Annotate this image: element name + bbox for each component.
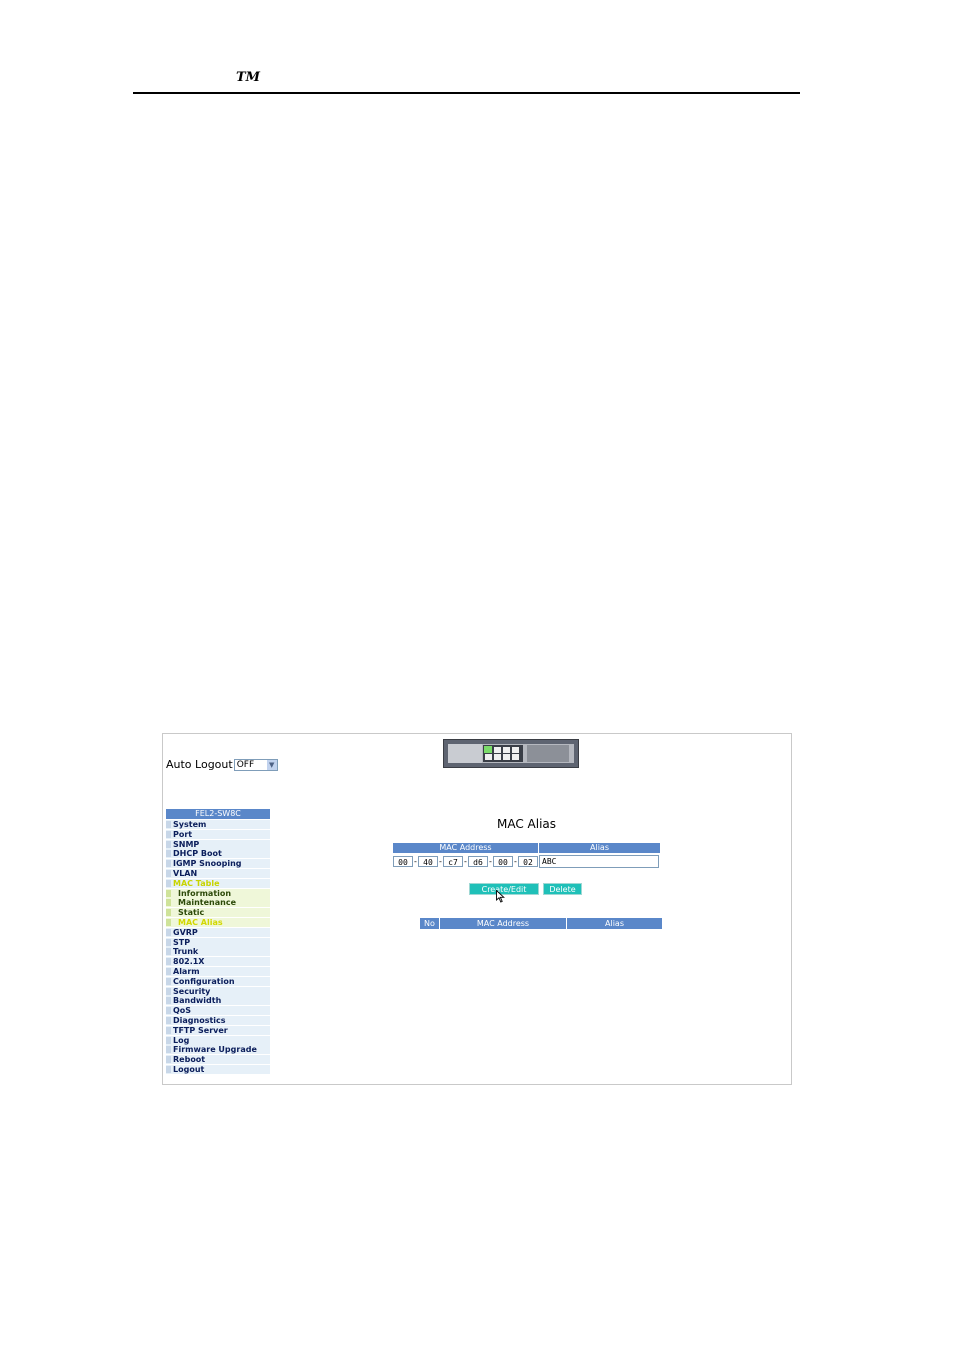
sidebar-item-mac-alias[interactable]: MAC Alias	[166, 917, 270, 927]
mac-alias-list-header: No MAC Address Alias	[420, 918, 663, 929]
sidebar-item-gvrp[interactable]: GVRP	[166, 927, 270, 937]
sidebar-item-reboot[interactable]: Reboot	[166, 1055, 270, 1065]
mouse-cursor-icon	[496, 890, 505, 903]
sidebar-item-igmp-snooping[interactable]: IGMP Snooping	[166, 859, 270, 869]
sidebar-item-diagnostics[interactable]: Diagnostics	[166, 1015, 270, 1025]
sidebar-item-security[interactable]: Security	[166, 986, 270, 996]
switch-device-image	[443, 739, 579, 768]
sidebar-item-system[interactable]: System	[166, 820, 270, 829]
mac-octet-input-3[interactable]: c7	[443, 855, 463, 867]
sidebar-item-maintenance[interactable]: Maintenance	[166, 898, 270, 908]
col-header-alias: Alias	[539, 843, 661, 853]
list-col-no: No	[420, 918, 440, 929]
sidebar-item-information[interactable]: Information	[166, 888, 270, 898]
header-rule	[133, 92, 800, 94]
sidebar-item-log[interactable]: Log	[166, 1035, 270, 1045]
mac-octet-input-5[interactable]: 00	[493, 855, 513, 867]
mac-octet-input-2[interactable]: 40	[418, 855, 438, 867]
sidebar-menu: FEL2-SW8C System Port SNMP DHCP Boot IGMP Sn…	[166, 809, 270, 1075]
sidebar-item-snmp[interactable]: SNMP	[166, 839, 270, 849]
sidebar-item-alarm[interactable]: Alarm	[166, 966, 270, 976]
web-ui-screenshot: Auto Logout OFF ▼ FEL2-SW8C System Port SN…	[162, 733, 792, 1085]
mac-alias-form: MAC Address Alias 00- 40- c7- d6- 00- 02…	[393, 843, 661, 868]
list-col-alias: Alias	[567, 918, 663, 929]
sidebar-item-tftp-server[interactable]: TFTP Server	[166, 1025, 270, 1035]
sidebar-item-qos[interactable]: QoS	[166, 1006, 270, 1016]
sidebar-item-mac-table[interactable]: MAC Table	[166, 878, 270, 888]
col-header-mac-address: MAC Address	[393, 843, 539, 853]
mac-octet-input-1[interactable]: 00	[393, 855, 413, 867]
sidebar-item-firmware-upgrade[interactable]: Firmware Upgrade	[166, 1045, 270, 1055]
sidebar-item-802-1x[interactable]: 802.1X	[166, 957, 270, 967]
sidebar-item-stp[interactable]: STP	[166, 937, 270, 947]
trademark-mark: TM	[236, 70, 261, 85]
chevron-down-icon[interactable]: ▼	[266, 759, 277, 770]
sidebar-item-logout[interactable]: Logout	[166, 1064, 270, 1074]
auto-logout: Auto Logout OFF ▼	[166, 758, 278, 771]
mac-address-inputs: 00- 40- c7- d6- 00- 02	[393, 855, 539, 867]
mac-octet-input-6[interactable]: 02	[518, 855, 538, 867]
sidebar-item-bandwidth[interactable]: Bandwidth	[166, 996, 270, 1006]
mac-octet-input-4[interactable]: d6	[468, 855, 488, 867]
list-col-mac-address: MAC Address	[440, 918, 567, 929]
auto-logout-value: OFF	[236, 759, 255, 770]
sidebar-heading: FEL2-SW8C	[166, 809, 270, 819]
sidebar-item-vlan[interactable]: VLAN	[166, 868, 270, 878]
sidebar-item-dhcp-boot[interactable]: DHCP Boot	[166, 849, 270, 859]
sidebar-item-port[interactable]: Port	[166, 829, 270, 839]
auto-logout-select[interactable]: OFF ▼	[233, 758, 278, 771]
delete-button[interactable]: Delete	[543, 883, 582, 895]
sidebar-item-trunk[interactable]: Trunk	[166, 947, 270, 957]
auto-logout-label: Auto Logout	[166, 758, 233, 771]
sidebar-item-configuration[interactable]: Configuration	[166, 976, 270, 986]
sidebar-item-static[interactable]: Static	[166, 908, 270, 918]
alias-input[interactable]: ABC	[539, 854, 659, 868]
page-title: MAC Alias	[497, 817, 557, 831]
